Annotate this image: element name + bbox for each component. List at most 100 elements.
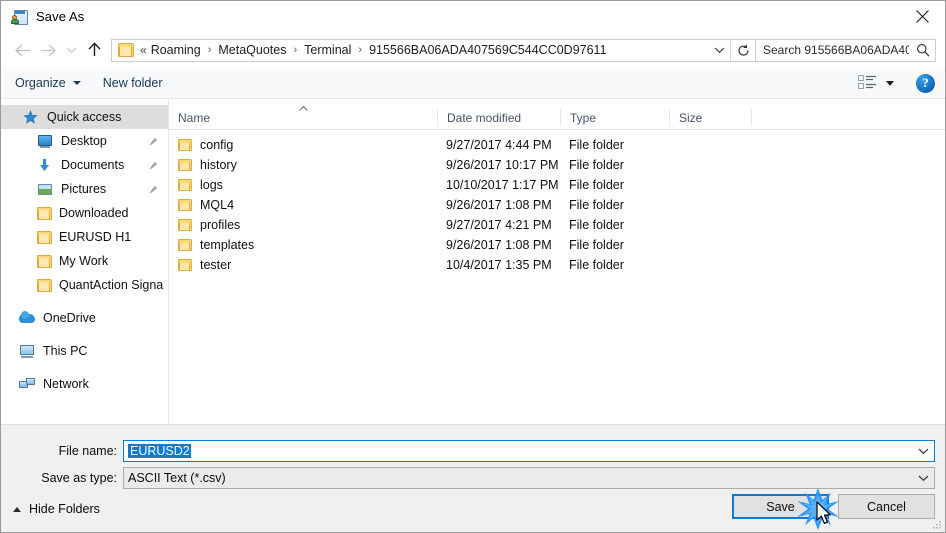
- table-row[interactable]: MQL4 9/26/2017 1:08 PM File folder: [169, 195, 945, 215]
- type-cell: File folder: [569, 258, 624, 272]
- chevron-down-icon[interactable]: [912, 474, 934, 482]
- sidebar-item-label: Quick access: [47, 110, 122, 124]
- hide-folders-button[interactable]: Hide Folders: [13, 502, 100, 516]
- pin-icon[interactable]: [148, 184, 158, 194]
- dialog-buttons: Save Cancel: [732, 494, 935, 519]
- save-form: File name: EURUSD2 Save as type: ASCII T…: [1, 424, 945, 532]
- chevron-down-icon: [72, 81, 81, 85]
- sidebar-item-onedrive[interactable]: OneDrive: [1, 306, 168, 330]
- new-folder-button[interactable]: New folder: [103, 76, 163, 90]
- recent-locations-chevron-down-icon[interactable]: [61, 37, 81, 63]
- file-name-selected-text: EURUSD2: [128, 444, 191, 458]
- view-layout-button[interactable]: [858, 74, 894, 92]
- sidebar-item-desktop[interactable]: Desktop: [1, 129, 168, 153]
- sidebar-item-documents[interactable]: Documents: [1, 153, 168, 177]
- forward-icon[interactable]: [35, 37, 61, 63]
- file-name-cell: profiles: [169, 218, 437, 232]
- sidebar-item-label: This PC: [43, 344, 88, 358]
- address-bar[interactable]: « Roaming › MetaQuotes › Terminal › 9155…: [111, 38, 756, 62]
- table-row[interactable]: history 9/26/2017 10:17 PM File folder: [169, 155, 945, 175]
- sidebar-item-quantaction-signal[interactable]: QuantAction Signal: [1, 273, 168, 297]
- search-icon[interactable]: [911, 43, 935, 57]
- file-name-text: config: [200, 138, 234, 152]
- pin-icon[interactable]: [148, 136, 158, 146]
- type-cell: File folder: [569, 138, 624, 152]
- sidebar-item-quick-access[interactable]: Quick access: [1, 105, 168, 129]
- pin-icon[interactable]: [148, 160, 158, 170]
- file-rows: config 9/27/2017 4:44 PM File folder his…: [169, 130, 945, 275]
- save-as-type-value: ASCII Text (*.csv): [128, 471, 226, 485]
- refresh-icon[interactable]: [730, 39, 755, 61]
- breadcrumb-item-3[interactable]: 915566BA06ADA407569C544CC0D97611: [368, 43, 607, 57]
- address-chevron-down-icon[interactable]: [708, 40, 730, 61]
- save-as-type-select[interactable]: ASCII Text (*.csv): [123, 467, 935, 489]
- folder-icon: [178, 259, 192, 271]
- search-input[interactable]: [756, 43, 911, 57]
- hide-folders-label: Hide Folders: [29, 502, 100, 516]
- sidebar-item-my-work[interactable]: My Work: [1, 249, 168, 273]
- sidebar-item-network[interactable]: Network: [1, 372, 168, 396]
- folder-icon: [37, 230, 52, 244]
- column-header-size[interactable]: Size: [669, 109, 751, 126]
- desktop-icon: [37, 134, 54, 149]
- file-name-input[interactable]: EURUSD2: [123, 440, 935, 462]
- breadcrumb-item-1[interactable]: MetaQuotes: [217, 43, 287, 57]
- folder-icon: [178, 159, 192, 171]
- file-name-cell: tester: [169, 258, 437, 272]
- save-button[interactable]: Save: [732, 494, 829, 519]
- back-icon[interactable]: [9, 37, 35, 63]
- close-icon[interactable]: [899, 1, 945, 31]
- sidebar-item-label: EURUSD H1: [59, 230, 132, 244]
- sidebar-item-label: QuantAction Signal: [59, 278, 164, 292]
- navigation-pane: Quick access Desktop Documents Pictures …: [1, 99, 169, 424]
- folder-icon: [178, 139, 192, 151]
- sidebar-item-downloaded[interactable]: Downloaded: [1, 201, 168, 225]
- breadcrumb-separator: ›: [358, 44, 363, 56]
- file-name-text: profiles: [200, 218, 241, 232]
- documents-download-icon: [37, 158, 54, 173]
- column-header-type[interactable]: Type: [560, 109, 669, 126]
- organize-button[interactable]: Organize: [15, 76, 81, 90]
- file-name-cell: logs: [169, 178, 437, 192]
- file-name-text: templates: [200, 238, 255, 252]
- column-header-name[interactable]: Name: [169, 109, 437, 126]
- navigation-bar: « Roaming › MetaQuotes › Terminal › 9155…: [1, 32, 945, 68]
- breadcrumb-item-0[interactable]: Roaming: [150, 43, 202, 57]
- sort-ascending-icon: [299, 100, 308, 111]
- date-modified-cell: 9/26/2017 1:08 PM: [446, 238, 552, 252]
- search-box[interactable]: [756, 38, 936, 62]
- folder-icon: [37, 254, 52, 268]
- table-row[interactable]: logs 10/10/2017 1:17 PM File folder: [169, 175, 945, 195]
- date-modified-cell: 9/26/2017 10:17 PM: [446, 158, 559, 172]
- type-cell: File folder: [569, 238, 624, 252]
- sidebar-item-this-pc[interactable]: This PC: [1, 339, 168, 363]
- help-button[interactable]: ?: [916, 73, 935, 93]
- star-icon: [23, 109, 40, 125]
- up-icon[interactable]: [81, 37, 107, 63]
- breadcrumb-overflow[interactable]: «: [138, 43, 150, 57]
- file-name-text: history: [200, 158, 237, 172]
- table-row[interactable]: profiles 9/27/2017 4:21 PM File folder: [169, 215, 945, 235]
- file-name-text: MQL4: [200, 198, 235, 212]
- pictures-icon: [37, 182, 54, 197]
- type-cell: File folder: [569, 218, 624, 232]
- table-row[interactable]: tester 10/4/2017 1:35 PM File folder: [169, 255, 945, 275]
- saveas-app-icon: [11, 9, 28, 25]
- date-modified-cell: 10/4/2017 1:35 PM: [446, 258, 552, 272]
- table-row[interactable]: config 9/27/2017 4:44 PM File folder: [169, 135, 945, 155]
- table-row[interactable]: templates 9/26/2017 1:08 PM File folder: [169, 235, 945, 255]
- breadcrumb-item-2[interactable]: Terminal: [303, 43, 352, 57]
- date-modified-cell: 9/26/2017 1:08 PM: [446, 198, 552, 212]
- type-cell: File folder: [569, 198, 624, 212]
- organize-label: Organize: [15, 76, 66, 90]
- date-modified-cell: 10/10/2017 1:17 PM: [446, 178, 559, 192]
- sidebar-item-eurusd-h1[interactable]: EURUSD H1: [1, 225, 168, 249]
- breadcrumb-separator: ›: [207, 44, 212, 56]
- column-header-date-modified[interactable]: Date modified: [437, 109, 560, 126]
- resize-grip[interactable]: [931, 519, 942, 530]
- sidebar-item-pictures[interactable]: Pictures: [1, 177, 168, 201]
- chevron-down-icon[interactable]: [912, 447, 934, 455]
- cancel-button[interactable]: Cancel: [838, 494, 935, 519]
- breadcrumb: « Roaming › MetaQuotes › Terminal › 9155…: [138, 43, 708, 57]
- type-cell: File folder: [569, 178, 624, 192]
